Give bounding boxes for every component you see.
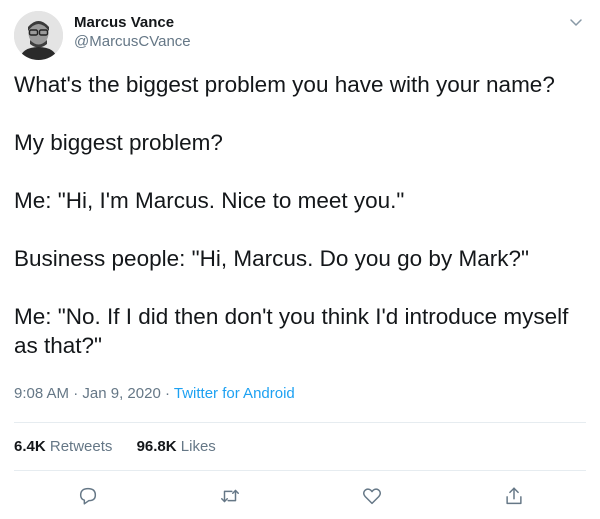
tweet-source-link[interactable]: Twitter for Android [174,385,295,402]
display-name[interactable]: Marcus Vance [74,14,174,31]
retweets-stat[interactable]: 6.4K Retweets [14,438,117,455]
likes-label: Likes [180,438,216,455]
tweet-paragraph: Business people: "Hi, Marcus. Do you go … [14,246,529,271]
divider [14,422,586,423]
likes-count: 96.8K [136,438,177,455]
meta-separator: · [164,385,170,402]
retweets-count: 6.4K [14,438,46,455]
tweet-card: Marcus Vance @MarcusCVance What's the bi… [0,0,600,519]
tweet-paragraph: My biggest problem? [14,130,223,155]
retweets-label: Retweets [49,438,113,455]
tweet-stats: 6.4K Retweets 96.8K Likes [14,438,236,455]
tweet-paragraph: Me: "No. If I did then don't you think I… [14,304,569,358]
chevron-down-icon[interactable] [568,14,584,30]
tweet-date[interactable]: Jan 9, 2020 [82,385,160,402]
tweet-meta: 9:08 AM · Jan 9, 2020 · Twitter for Andr… [14,385,295,402]
user-handle[interactable]: @MarcusCVance [74,33,191,50]
tweet-text: What's the biggest problem you have with… [14,70,586,389]
avatar-image [14,11,63,60]
like-icon[interactable] [359,483,385,509]
action-bar [0,483,600,509]
tweet-paragraph: Me: "Hi, I'm Marcus. Nice to meet you." [14,188,405,213]
meta-separator: · [73,385,79,402]
tweet-time[interactable]: 9:08 AM [14,385,69,402]
divider [14,470,586,471]
avatar[interactable] [14,11,63,60]
retweet-icon[interactable] [217,483,243,509]
tweet-paragraph: What's the biggest problem you have with… [14,72,555,97]
reply-icon[interactable] [75,483,101,509]
share-icon[interactable] [501,483,527,509]
likes-stat[interactable]: 96.8K Likes [137,438,216,455]
tweet-header: Marcus Vance @MarcusCVance [14,10,586,62]
